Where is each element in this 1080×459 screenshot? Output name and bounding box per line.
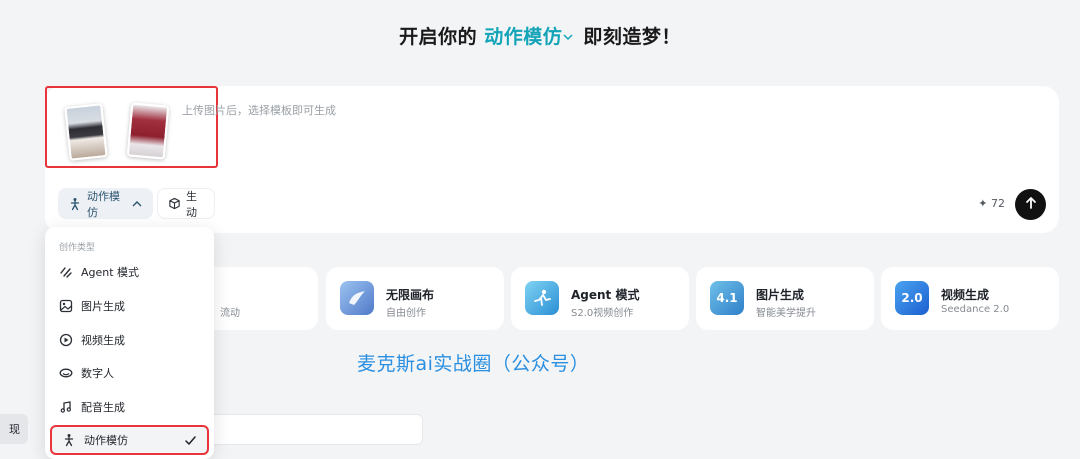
background-input[interactable] xyxy=(195,414,423,445)
chevron-up-icon xyxy=(131,197,143,211)
checkmark-icon xyxy=(184,434,197,447)
feature-card-subtitle: Seedance 2.0 xyxy=(941,304,1010,315)
uploaded-image-thumbnail[interactable] xyxy=(126,102,170,160)
infinite-canvas-icon xyxy=(340,281,374,315)
feature-card-agent-mode[interactable]: Agent 模式 S2.0视频创作 xyxy=(511,267,689,330)
dropdown-item-voice-generation[interactable]: 配音生成 xyxy=(49,392,210,422)
dropdown-header: 创作类型 xyxy=(59,243,96,253)
dropdown-item-label: 数字人 xyxy=(81,367,114,380)
digital-human-icon xyxy=(59,366,73,380)
dropdown-item-digital-human[interactable]: 数字人 xyxy=(49,358,210,388)
headline-mode-selector[interactable]: 动作模仿 xyxy=(484,26,576,48)
motion-icon xyxy=(68,197,82,211)
dropdown-item-label: Agent 模式 xyxy=(81,266,140,279)
creation-type-dropdown: 创作类型 Agent 模式 图片生成 视频生成 数字人 配音生成 动作模仿 xyxy=(45,227,214,459)
send-button[interactable] xyxy=(1015,189,1046,220)
generate-option-label: 生动 xyxy=(186,189,197,219)
agent-mode-icon xyxy=(525,281,559,315)
page-headline: 开启你的 动作模仿 即刻造梦！ xyxy=(0,22,1080,49)
dropdown-item-video-generation[interactable]: 视频生成 xyxy=(49,325,210,355)
mode-selector-label: 动作模仿 xyxy=(87,189,120,219)
dropdown-item-label: 配音生成 xyxy=(81,401,125,414)
sparkle-icon: ✦ xyxy=(978,197,988,210)
chevron-down-icon xyxy=(563,30,573,44)
feature-card-title: 视频生成 xyxy=(941,288,990,302)
feature-card-subtitle: S2.0视频创作 xyxy=(571,308,634,319)
dropdown-item-agent-mode[interactable]: Agent 模式 xyxy=(49,257,210,287)
left-chip[interactable]: 现 xyxy=(0,414,28,444)
headline-suffix: 即刻造梦！ xyxy=(583,26,681,48)
image-generation-badge: 4.1 xyxy=(710,281,744,315)
dropdown-item-image-generation[interactable]: 图片生成 xyxy=(49,291,210,321)
uploaded-image-thumbnail[interactable] xyxy=(64,103,108,161)
video-generation-badge: 2.0 xyxy=(895,281,929,315)
feature-card-video-generation[interactable]: 2.0 视频生成 Seedance 2.0 xyxy=(881,267,1059,330)
feature-card-title: 无限画布 xyxy=(386,288,435,302)
composer-card: 上传图片后，选择模板即可生成 动作模仿 生动 ✦ 72 xyxy=(45,86,1059,233)
dropdown-item-label: 动作模仿 xyxy=(84,434,128,447)
prompt-placeholder[interactable]: 上传图片后，选择模板即可生成 xyxy=(182,102,336,118)
watermark-text: 麦克斯ai实战圈（公众号） xyxy=(357,353,590,375)
mode-selector-button[interactable]: 动作模仿 xyxy=(58,188,153,219)
feature-card-subtitle: 智能美学提升 xyxy=(756,308,816,319)
uploaded-images-area[interactable] xyxy=(45,86,218,168)
cube-icon xyxy=(168,197,181,211)
dropdown-item-label: 图片生成 xyxy=(81,300,125,313)
feature-card-subtitle: 自由创作 xyxy=(386,308,426,319)
generate-option-button[interactable]: 生动 xyxy=(157,188,215,219)
image-icon xyxy=(59,299,73,313)
music-note-icon xyxy=(59,400,73,414)
dropdown-item-motion-imitation[interactable]: 动作模仿 xyxy=(50,425,209,455)
feature-card-subtitle: 流动 xyxy=(220,308,240,319)
feature-card-title: 图片生成 xyxy=(756,288,805,302)
motion-icon xyxy=(62,433,76,447)
feature-card-title: Agent 模式 xyxy=(571,288,640,302)
video-icon xyxy=(59,333,73,347)
dropdown-item-label: 视频生成 xyxy=(81,334,125,347)
feature-card-infinite-canvas[interactable]: 无限画布 自由创作 xyxy=(326,267,504,330)
feature-card-image-generation[interactable]: 4.1 图片生成 智能美学提升 xyxy=(696,267,874,330)
agent-icon xyxy=(59,265,73,279)
headline-prefix: 开启你的 xyxy=(399,26,478,48)
arrow-up-icon xyxy=(1024,195,1038,214)
credits-counter: ✦ 72 xyxy=(978,197,1005,210)
headline-mode-label: 动作模仿 xyxy=(484,26,563,48)
credits-value: 72 xyxy=(991,197,1005,210)
